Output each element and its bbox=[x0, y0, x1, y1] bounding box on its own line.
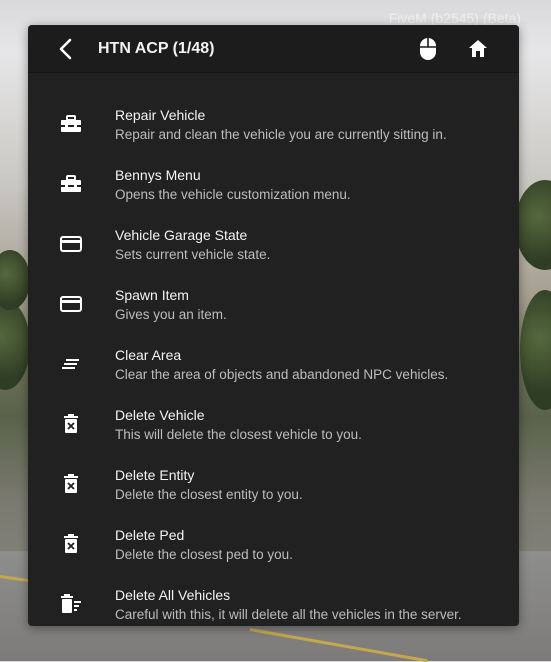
menu-item-label: Delete Ped bbox=[115, 527, 185, 543]
admin-menu-panel: HTN ACP (1/48) Repair Vehicle Repair and… bbox=[28, 25, 519, 626]
delete-box-icon bbox=[58, 411, 84, 437]
tree-left bbox=[0, 300, 30, 390]
menu-item-spawn-item[interactable]: Spawn Item Gives you an item. bbox=[28, 277, 519, 337]
menu-item-label: Bennys Menu bbox=[115, 167, 201, 183]
tree-right-low bbox=[520, 290, 551, 410]
delete-box-icon bbox=[58, 531, 84, 557]
menu-item-clear-area[interactable]: Clear Area Clear the area of objects and… bbox=[28, 337, 519, 397]
menu-header: HTN ACP (1/48) bbox=[28, 25, 519, 73]
menu-item-description: Clear the area of objects and abandoned … bbox=[115, 367, 449, 382]
menu-item-bennys-menu[interactable]: Bennys Menu Opens the vehicle customizat… bbox=[28, 157, 519, 217]
menu-item-description: Gives you an item. bbox=[115, 307, 227, 322]
mouse-button[interactable] bbox=[418, 36, 438, 62]
toolbox-icon bbox=[58, 111, 84, 137]
chevron-left-icon bbox=[59, 38, 72, 60]
tree-left-top bbox=[0, 250, 30, 310]
menu-item-description: Sets current vehicle state. bbox=[115, 247, 271, 262]
menu-item-label: Delete Vehicle bbox=[115, 407, 205, 423]
menu-item-label: Spawn Item bbox=[115, 287, 189, 303]
fivem-watermark: FiveM (b2545) (Beta) bbox=[388, 10, 521, 26]
menu-item-delete-ped[interactable]: Delete Ped Delete the closest ped to you… bbox=[28, 517, 519, 577]
menu-item-label: Delete Entity bbox=[115, 467, 195, 483]
toolbox-icon bbox=[58, 171, 84, 197]
back-button[interactable] bbox=[54, 37, 76, 61]
menu-item-delete-entity[interactable]: Delete Entity Delete the closest entity … bbox=[28, 457, 519, 517]
menu-item-description: Delete the closest ped to you. bbox=[115, 547, 293, 562]
menu-item-vehicle-garage-state[interactable]: Vehicle Garage State Sets current vehicl… bbox=[28, 217, 519, 277]
menu-item-label: Repair Vehicle bbox=[115, 107, 206, 123]
menu-item-repair-vehicle[interactable]: Repair Vehicle Repair and clean the vehi… bbox=[28, 97, 519, 157]
home-icon bbox=[469, 40, 487, 57]
menu-list: Repair Vehicle Repair and clean the vehi… bbox=[28, 97, 519, 626]
mouse-icon bbox=[420, 38, 436, 60]
menu-title: HTN ACP (1/48) bbox=[98, 40, 215, 57]
menu-item-description: Repair and clean the vehicle you are cur… bbox=[115, 127, 447, 142]
menu-item-description: Delete the closest entity to you. bbox=[115, 487, 303, 502]
card-icon bbox=[58, 231, 84, 257]
menu-item-label: Clear Area bbox=[115, 347, 182, 363]
menu-item-label: Delete All Vehicles bbox=[115, 587, 231, 603]
delete-box-icon bbox=[58, 471, 84, 497]
menu-item-description: This will delete the closest vehicle to … bbox=[115, 427, 362, 442]
menu-item-label: Vehicle Garage State bbox=[115, 227, 248, 243]
delete-sweep-icon bbox=[58, 591, 84, 617]
menu-item-delete-all-vehicles[interactable]: Delete All Vehicles Careful with this, i… bbox=[28, 577, 519, 626]
home-button[interactable] bbox=[466, 37, 490, 61]
menu-item-description: Careful with this, it will delete all th… bbox=[115, 607, 462, 622]
menu-item-delete-vehicle[interactable]: Delete Vehicle This will delete the clos… bbox=[28, 397, 519, 457]
menu-item-description: Opens the vehicle customization menu. bbox=[115, 187, 351, 202]
tree-right bbox=[515, 180, 551, 270]
clear-lines-icon bbox=[58, 351, 84, 377]
card-icon bbox=[58, 291, 84, 317]
